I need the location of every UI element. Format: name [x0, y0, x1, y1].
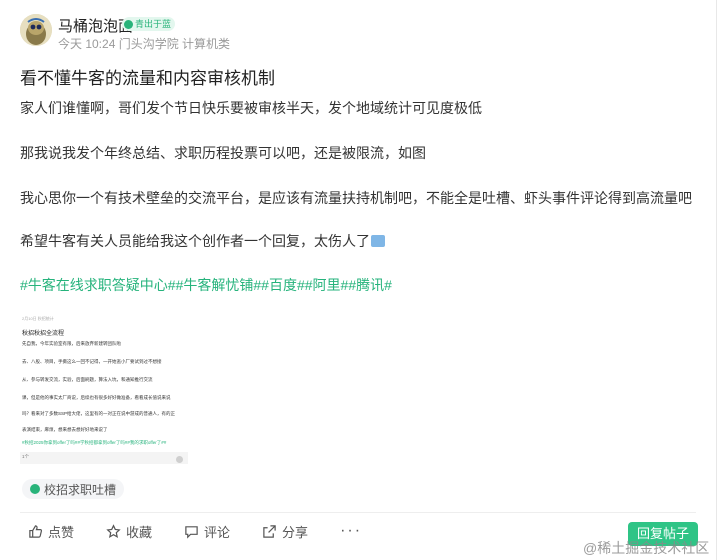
badge-icon: [124, 19, 133, 29]
favorite-button[interactable]: 收藏: [106, 522, 152, 541]
topic-label: 校招求职吐槽: [44, 482, 117, 497]
like-label: 点赞: [48, 524, 75, 540]
topic-chip[interactable]: 校招求职吐槽: [22, 479, 125, 499]
hashtag-link[interactable]: #牛客解忧铺#: [176, 277, 262, 293]
favorite-label: 收藏: [126, 524, 153, 540]
post-title: 看不懂牛客的流量和内容审核机制: [20, 69, 275, 88]
post-paragraph: 那我说我发个年终总结、求职历程投票可以吧，还是被限流，如图: [20, 145, 426, 161]
hashtag-link[interactable]: #腾讯#: [348, 277, 392, 293]
post-paragraph: 希望牛客有关人员能给我这个创作者一个回复，太伤人了: [20, 231, 385, 251]
image-tags: #秋招2025你拿到offer了吗##学秋招都拿到offer了吗##我的求职of…: [22, 440, 167, 445]
post-paragraph-text: 希望牛客有关人员能给我这个创作者一个回复，太伤人了: [20, 233, 370, 249]
more-icon[interactable]: ···: [340, 522, 362, 540]
comment-icon: [185, 525, 198, 539]
watermark: @稀土掘金技术社区: [583, 540, 710, 556]
image-footer-text: 1个: [22, 454, 30, 459]
image-footer-dot: [176, 456, 183, 463]
avatar[interactable]: [20, 14, 52, 46]
image-line: 先自我，今年实验室有限，后来放弃新建转团队啦: [22, 341, 121, 346]
author-row: 马桶泡泡面 青出于蓝 今天 10:24 门头沟学院 计算机类: [20, 14, 680, 54]
topic-icon: [30, 484, 40, 494]
thumbs-up-icon: [29, 524, 43, 538]
share-icon: [263, 524, 276, 538]
post-paragraph: 家人们谁懂啊，哥们发个节日快乐要被审核半天，发个地域统计可见度极低: [20, 100, 482, 116]
image-line: 课，但是他的事实太厂商说，后续也有很多好好做准备，看看成长值说来说: [22, 395, 171, 400]
image-line: 吗？看来对了多数SSP给大佬，这里有的一对正在说中游成的普通人，有的正: [22, 411, 176, 416]
hashtag-link[interactable]: #百度#: [261, 277, 305, 293]
post-meta: 今天 10:24 门头沟学院 计算机类: [58, 37, 231, 51]
divider: [20, 512, 696, 513]
post-paragraph: 我心思你一个有技术壁垒的交流平台，是应该有流量扶持机制吧，不能全是吐槽、虾头事件…: [20, 190, 692, 206]
share-label: 分享: [282, 524, 309, 540]
hashtag-list: #牛客在线求职答疑中心##牛客解忧铺##百度##阿里##腾讯#: [20, 275, 392, 295]
hashtag-link[interactable]: #牛客在线求职答疑中心#: [20, 277, 176, 293]
badge-label: 青出于蓝: [135, 19, 172, 29]
image-meta: 2月10日 秋招统计: [22, 316, 54, 321]
sad-emoji-icon: [371, 235, 385, 247]
image-footer-bar: [20, 452, 188, 464]
hashtag-link[interactable]: #阿里#: [305, 277, 349, 293]
like-button[interactable]: 点赞: [28, 522, 74, 541]
comment-label: 评论: [204, 524, 231, 540]
image-line: 表演结束，麻烦，想来想去想好好地来说了: [22, 427, 108, 432]
post-image[interactable]: 2月10日 秋招统计 秋招秋招全流程 先自我，今年实验室有限，后来放弃新建转团队…: [20, 314, 188, 474]
level-badge: 青出于蓝: [122, 17, 176, 31]
image-line: 去、八股、项目，手撕这么一回不记得，一开始逃小厂要试到过不想接: [22, 359, 162, 364]
image-title: 秋招秋招全流程: [22, 331, 65, 337]
comment-button[interactable]: 评论: [184, 522, 230, 541]
image-line: 从、参与转发交流，实验，后面刷题，算法入坑，和通知推行交流: [22, 377, 153, 382]
post-card: 马桶泡泡面 青出于蓝 今天 10:24 门头沟学院 计算机类 看不懂牛客的流量和…: [0, 0, 717, 560]
share-button[interactable]: 分享: [262, 522, 308, 541]
action-bar: 点赞 收藏 评论 分享 ···: [28, 520, 362, 542]
star-icon: [106, 523, 121, 538]
